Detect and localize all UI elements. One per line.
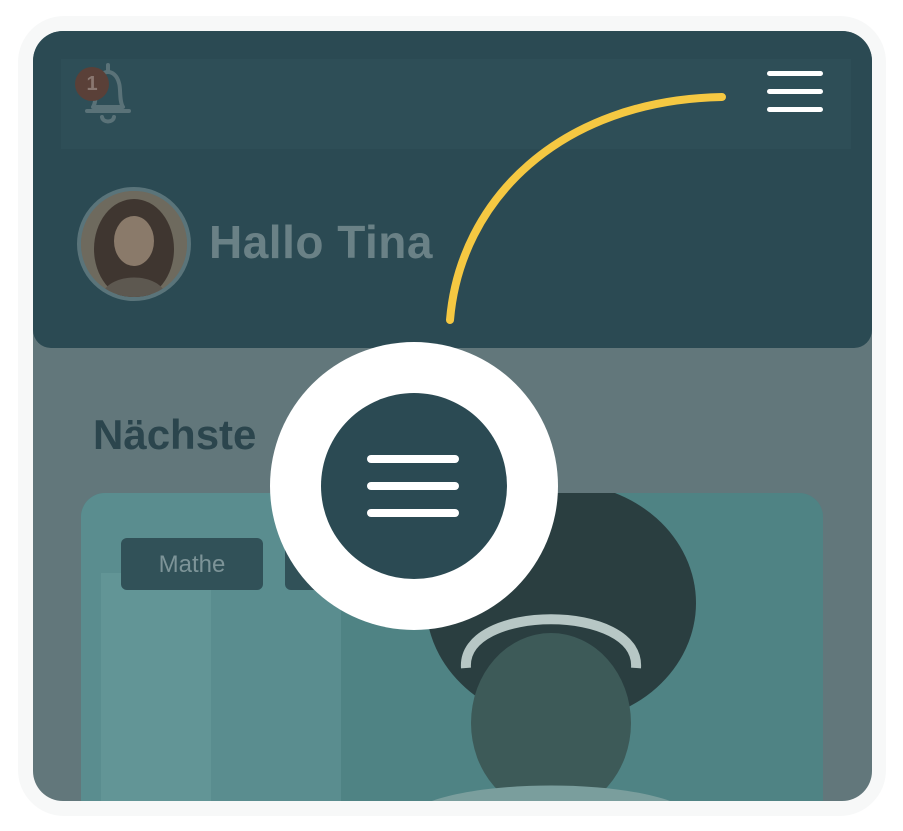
menu-bar-middle (367, 482, 459, 490)
spotlight-highlight (270, 342, 558, 630)
menu-bar-top (367, 455, 459, 463)
menu-button-highlighted[interactable] (321, 393, 507, 579)
menu-bar-bottom (367, 509, 459, 517)
